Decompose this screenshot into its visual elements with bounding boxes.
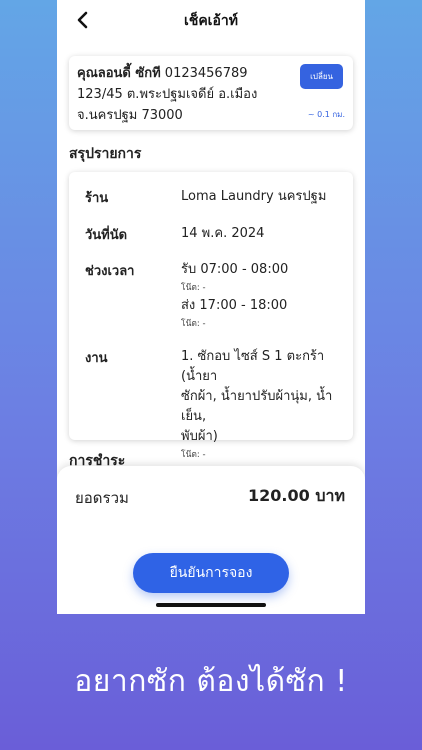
customer-phone: 0123456789 (164, 66, 248, 81)
total-value: 120.00 บาท (248, 486, 345, 505)
date-label: วันที่นัด (85, 228, 128, 243)
shop-value: Loma Laundry นครปฐม (181, 189, 327, 204)
delivery-note: โน๊ต: - (181, 319, 206, 329)
distance-label: ~ 0.1 กม. (307, 110, 345, 119)
job-values: 1. ซักอบ ไซส์ S 1 ตะกร้า (น้ำยา ซักผ้า, … (181, 347, 343, 463)
job-note: โน๊ต: - (181, 450, 206, 460)
promo-tagline: อยากซัก ต้องได้ซัก ! (74, 664, 348, 699)
pickup-note: โน๊ต: - (181, 283, 206, 293)
home-indicator (156, 603, 266, 607)
summary-title: สรุปรายการ (69, 146, 142, 162)
page-title: เช็คเอ้าท์ (184, 13, 238, 29)
top-bar: เช็คเอ้าท์ (57, 0, 365, 40)
time-values: รับ 07:00 - 08:00 โน๊ต: - ส่ง 17:00 - 18… (181, 260, 343, 332)
date-value: 14 พ.ค. 2024 (181, 226, 265, 241)
confirm-booking-button[interactable]: ยืนยันการจอง (133, 553, 289, 593)
time-label: ช่วงเวลา (85, 264, 135, 279)
phone-screen: เช็คเอ้าท์ คุณลอนดี้ ซักที 0123456789 12… (57, 0, 365, 614)
summary-card: ร้าน Loma Laundry นครปฐม วันที่นัด 14 พ.… (69, 172, 353, 460)
total-label: ยอดรวม (75, 489, 129, 507)
job-line-1: 1. ซักอบ ไซส์ S 1 ตะกร้า (น้ำยา (181, 349, 325, 384)
checkout-sheet: ยอดรวม 120.00 บาท ยืนยันการจอง (57, 466, 365, 614)
address-line-2: จ.นครปฐม 73000 (77, 108, 183, 123)
address-card: คุณลอนดี้ ซักที 0123456789 123/45 ต.พระป… (69, 56, 353, 130)
shop-label: ร้าน (85, 191, 109, 206)
pickup-time: รับ 07:00 - 08:00 (181, 262, 289, 277)
job-label: งาน (85, 351, 108, 366)
change-address-button[interactable]: เปลี่ยน (300, 64, 343, 89)
job-line-3: พับผ้า) (181, 429, 218, 444)
customer-name: คุณลอนดี้ ซักที (77, 66, 161, 81)
job-line-2: ซักผ้า, น้ำยาปรับผ้านุ่ม, น้ำเย็น, (181, 389, 333, 424)
delivery-time: ส่ง 17:00 - 18:00 (181, 298, 288, 313)
